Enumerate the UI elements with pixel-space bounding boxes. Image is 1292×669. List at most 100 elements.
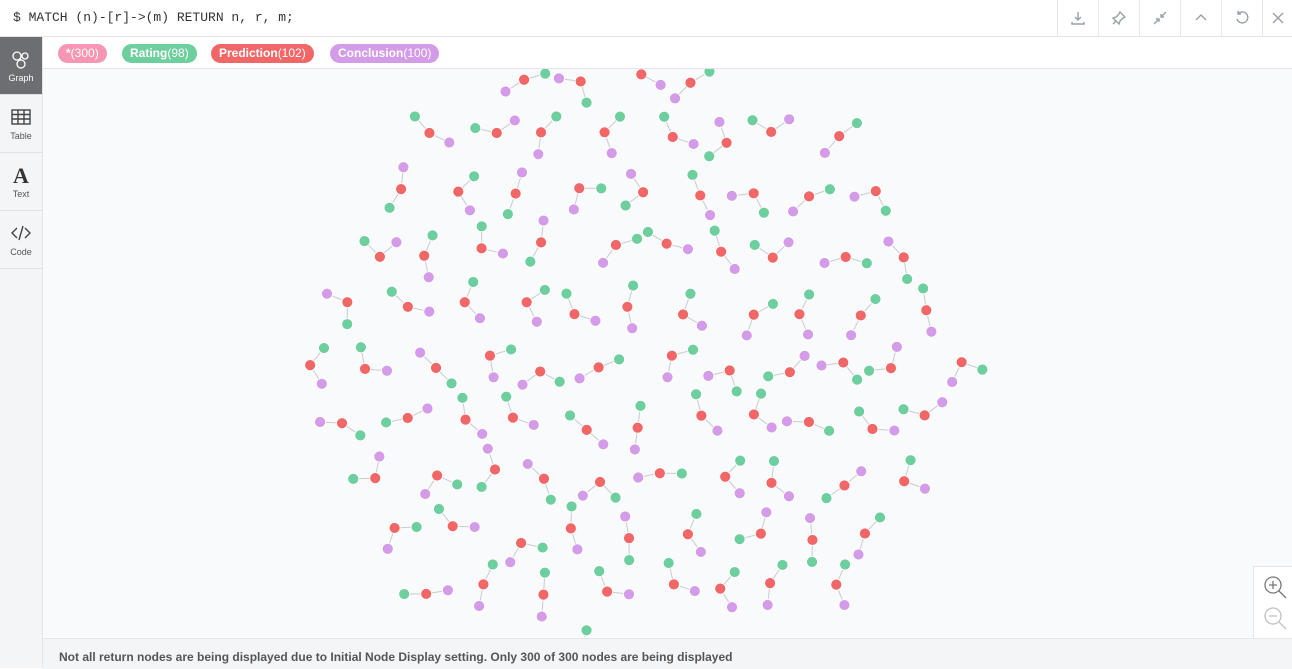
conclusion-node[interactable] bbox=[727, 602, 738, 613]
prediction-node[interactable] bbox=[794, 309, 805, 320]
prediction-node[interactable] bbox=[765, 578, 776, 589]
prediction-node[interactable] bbox=[478, 579, 489, 590]
prediction-node[interactable] bbox=[716, 246, 727, 257]
rating-node[interactable] bbox=[620, 200, 631, 211]
rating-node[interactable] bbox=[851, 118, 862, 129]
prediction-node[interactable] bbox=[766, 126, 777, 137]
rating-node[interactable] bbox=[355, 430, 366, 441]
rating-node[interactable] bbox=[614, 111, 625, 122]
conclusion-node[interactable] bbox=[947, 377, 958, 388]
rating-node[interactable] bbox=[861, 258, 872, 269]
close-button[interactable] bbox=[1262, 0, 1292, 36]
conclusion-node[interactable] bbox=[819, 258, 830, 269]
prediction-node[interactable] bbox=[538, 589, 549, 600]
prediction-node[interactable] bbox=[510, 188, 521, 199]
conclusion-node[interactable] bbox=[726, 190, 737, 201]
conclusion-node[interactable] bbox=[846, 330, 857, 341]
download-button[interactable] bbox=[1057, 0, 1098, 36]
conclusion-node[interactable] bbox=[517, 167, 528, 178]
rating-node[interactable] bbox=[905, 455, 916, 466]
prediction-node[interactable] bbox=[921, 305, 932, 316]
sidebar-item-table[interactable]: Table bbox=[0, 95, 42, 153]
prediction-node[interactable] bbox=[593, 362, 604, 373]
prediction-node[interactable] bbox=[766, 477, 777, 488]
prediction-node[interactable] bbox=[370, 473, 381, 484]
rating-node[interactable] bbox=[614, 354, 625, 365]
rating-node[interactable] bbox=[804, 289, 815, 300]
conclusion-node[interactable] bbox=[629, 444, 640, 455]
prediction-node[interactable] bbox=[622, 301, 633, 312]
conclusion-node[interactable] bbox=[805, 513, 816, 524]
rating-node[interactable] bbox=[502, 209, 513, 220]
legend-prediction[interactable]: Prediction(102) bbox=[211, 44, 314, 63]
conclusion-node[interactable] bbox=[424, 306, 435, 317]
rating-node[interactable] bbox=[624, 555, 635, 566]
rating-node[interactable] bbox=[749, 239, 760, 250]
prediction-node[interactable] bbox=[342, 297, 353, 308]
prediction-node[interactable] bbox=[516, 538, 527, 549]
legend-rating[interactable]: Rating(98) bbox=[122, 44, 197, 63]
rating-node[interactable] bbox=[399, 589, 410, 600]
conclusion-node[interactable] bbox=[444, 137, 455, 148]
prediction-node[interactable] bbox=[919, 410, 930, 421]
fold-up-button[interactable] bbox=[1180, 0, 1221, 36]
sidebar-item-text[interactable]: A Text bbox=[0, 153, 42, 211]
pin-button[interactable] bbox=[1098, 0, 1139, 36]
conclusion-node[interactable] bbox=[522, 458, 533, 469]
conclusion-node[interactable] bbox=[572, 544, 583, 555]
rating-node[interactable] bbox=[540, 69, 551, 79]
rating-node[interactable] bbox=[642, 227, 653, 238]
prediction-node[interactable] bbox=[636, 69, 647, 80]
rating-node[interactable] bbox=[704, 69, 715, 77]
prediction-node[interactable] bbox=[838, 357, 849, 368]
conclusion-node[interactable] bbox=[688, 139, 699, 150]
prediction-node[interactable] bbox=[720, 471, 731, 482]
rating-node[interactable] bbox=[566, 501, 577, 512]
rating-node[interactable] bbox=[565, 410, 576, 421]
prediction-node[interactable] bbox=[396, 184, 407, 195]
zoom-in-icon[interactable] bbox=[1262, 574, 1288, 600]
rating-node[interactable] bbox=[384, 202, 395, 213]
conclusion-node[interactable] bbox=[577, 490, 588, 501]
rating-node[interactable] bbox=[685, 288, 696, 299]
conclusion-node[interactable] bbox=[712, 425, 723, 436]
prediction-node[interactable] bbox=[834, 131, 845, 142]
rating-node[interactable] bbox=[691, 508, 702, 519]
query-text[interactable]: $ MATCH (n)-[r]->(m) RETURN n, r, m; bbox=[13, 10, 294, 25]
prediction-node[interactable] bbox=[624, 533, 635, 544]
prediction-node[interactable] bbox=[460, 414, 471, 425]
rating-node[interactable] bbox=[476, 221, 487, 232]
conclusion-node[interactable] bbox=[781, 416, 792, 427]
prediction-node[interactable] bbox=[569, 309, 580, 320]
rating-node[interactable] bbox=[729, 567, 740, 578]
rating-node[interactable] bbox=[342, 319, 353, 330]
conclusion-node[interactable] bbox=[626, 168, 637, 179]
rating-node[interactable] bbox=[840, 559, 851, 570]
prediction-node[interactable] bbox=[715, 583, 726, 594]
conclusion-node[interactable] bbox=[420, 489, 431, 500]
prediction-node[interactable] bbox=[685, 77, 696, 88]
rating-node[interactable] bbox=[501, 391, 512, 402]
conclusion-node[interactable] bbox=[788, 206, 799, 217]
prediction-node[interactable] bbox=[840, 252, 851, 263]
conclusion-node[interactable] bbox=[762, 599, 773, 610]
conclusion-node[interactable] bbox=[497, 248, 508, 259]
prediction-node[interactable] bbox=[632, 422, 643, 433]
conclusion-node[interactable] bbox=[469, 522, 480, 533]
rating-node[interactable] bbox=[688, 344, 699, 355]
conclusion-node[interactable] bbox=[509, 115, 520, 126]
prediction-node[interactable] bbox=[724, 365, 735, 376]
conclusion-node[interactable] bbox=[889, 425, 900, 436]
conclusion-node[interactable] bbox=[623, 589, 634, 600]
conclusion-node[interactable] bbox=[662, 372, 673, 383]
conclusion-node[interactable] bbox=[937, 397, 948, 408]
conclusion-node[interactable] bbox=[891, 341, 902, 352]
prediction-node[interactable] bbox=[804, 191, 815, 202]
prediction-node[interactable] bbox=[666, 350, 677, 361]
prediction-node[interactable] bbox=[748, 409, 759, 420]
conclusion-node[interactable] bbox=[398, 162, 409, 173]
prediction-node[interactable] bbox=[424, 128, 435, 139]
conclusion-node[interactable] bbox=[803, 329, 814, 340]
rating-node[interactable] bbox=[433, 503, 444, 514]
prediction-node[interactable] bbox=[476, 243, 487, 254]
